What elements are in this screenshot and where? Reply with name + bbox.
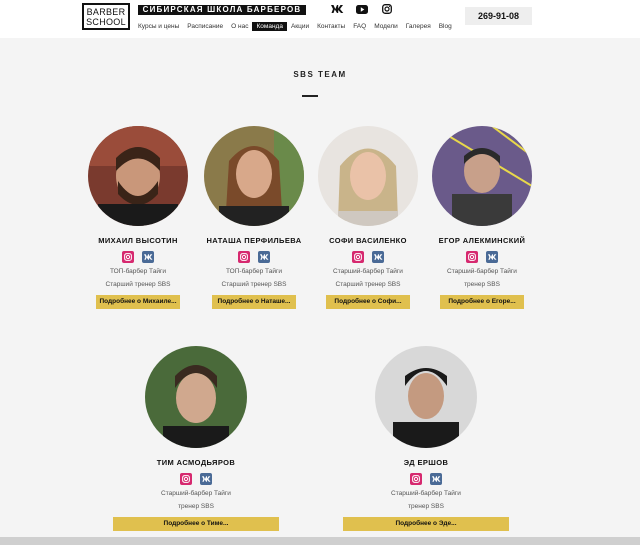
avatar [318,126,418,226]
header-social [330,3,394,15]
team-card-sofi: СОФИ ВАСИЛЕНКО Старший-барбер Тайги Стар… [308,126,428,309]
avatar [145,346,247,448]
member-role: ТОП-барбер Тайги [110,268,166,275]
nav-item-promo[interactable]: Акции [287,22,313,31]
member-social [308,251,428,263]
instagram-icon[interactable] [352,251,364,263]
member-name: МИХАИЛ ВЫСОТИН [98,236,178,245]
team-card-natasha: НАТАША ПЕРФИЛЬЕВА ТОП-барбер Тайги Старш… [194,126,314,309]
instagram-icon[interactable] [380,3,394,15]
site-header: BARBER SCHOOL СИБИРСКАЯ ШКОЛА БАРБЕРОВ К… [0,0,640,38]
member-name: ЕГОР АЛЕКМИНСКИЙ [438,236,526,245]
instagram-icon[interactable] [238,251,250,263]
member-social [422,251,542,263]
member-role: Старший-барбер Тайги [333,268,403,275]
member-social [194,251,314,263]
vk-icon[interactable] [430,473,442,485]
instagram-icon[interactable] [466,251,478,263]
member-name: ТИМ АСМОДЬЯРОВ [156,458,236,467]
avatar [204,126,304,226]
vk-icon[interactable] [330,3,344,15]
vk-icon[interactable] [200,473,212,485]
vk-icon[interactable] [372,251,384,263]
nav-item-about[interactable]: О нас [227,22,252,31]
nav-item-gallery[interactable]: Галерея [402,22,435,31]
member-social [78,251,198,263]
logo[interactable]: BARBER SCHOOL [82,3,130,30]
instagram-icon[interactable] [122,251,134,263]
logo-line2: SCHOOL [86,17,126,27]
team-card-tim: ТИМ АСМОДЬЯРОВ Старший-барбер Тайги трен… [106,346,286,531]
member-role: Старший-барбер Тайги [447,268,517,275]
team-card-ed: ЭД ЕРШОВ Старший-барбер Тайги тренер SBS… [336,346,516,531]
avatar [375,346,477,448]
phone-number[interactable]: 269-91-08 [465,7,532,25]
main-nav: Курсы и цены Расписание О нас Команда Ак… [134,22,456,31]
member-role: ТОП-барбер Тайги [226,268,282,275]
member-social [336,473,516,485]
member-role-secondary: Старший тренер SBS [221,281,287,288]
vk-icon[interactable] [142,251,154,263]
more-button[interactable]: Подробнее о Наташе... [212,295,296,309]
section-title: SBS TEAM [293,70,347,79]
member-role: Старший-барбер Тайги [161,490,231,497]
member-role: Старший-барбер Тайги [391,490,461,497]
team-card-egor: ЕГОР АЛЕКМИНСКИЙ Старший-барбер Тайги тр… [422,126,542,309]
member-name: НАТАША ПЕРФИЛЬЕВА [206,236,302,245]
tagline: СИБИРСКАЯ ШКОЛА БАРБЕРОВ [138,5,306,15]
nav-item-contacts[interactable]: Контакты [313,22,349,31]
instagram-icon[interactable] [180,473,192,485]
vk-icon[interactable] [258,251,270,263]
youtube-icon[interactable] [355,3,369,15]
member-role-secondary: Старший тренер SBS [105,281,171,288]
more-button[interactable]: Подробнее о Софи... [326,295,410,309]
nav-item-team[interactable]: Команда [252,22,287,31]
vk-icon[interactable] [486,251,498,263]
logo-line1: BARBER [86,7,126,17]
nav-item-models[interactable]: Модели [370,22,402,31]
member-role-secondary: Старший тренер SBS [335,281,401,288]
nav-item-faq[interactable]: FAQ [349,22,370,31]
nav-item-schedule[interactable]: Расписание [183,22,227,31]
nav-item-blog[interactable]: Blog [435,22,456,31]
member-role-secondary: тренер SBS [408,503,444,510]
avatar [432,126,532,226]
avatar [88,126,188,226]
member-role-secondary: тренер SBS [178,503,214,510]
member-name: СОФИ ВАСИЛЕНКО [329,236,407,245]
more-button[interactable]: Подробнее о Егоре... [440,295,524,309]
more-button[interactable]: Подробнее о Михаиле... [96,295,180,309]
more-button[interactable]: Подробнее о Тиме... [113,517,279,531]
member-role-secondary: тренер SBS [464,281,500,288]
member-social [106,473,286,485]
team-card-mikhail: МИХАИЛ ВЫСОТИН ТОП-барбер Тайги Старший … [78,126,198,309]
footer-strip [0,537,640,545]
member-name: ЭД ЕРШОВ [403,458,449,467]
instagram-icon[interactable] [410,473,422,485]
more-button[interactable]: Подробнее о Эде... [343,517,509,531]
nav-item-courses[interactable]: Курсы и цены [134,22,183,31]
section-divider [302,95,318,97]
